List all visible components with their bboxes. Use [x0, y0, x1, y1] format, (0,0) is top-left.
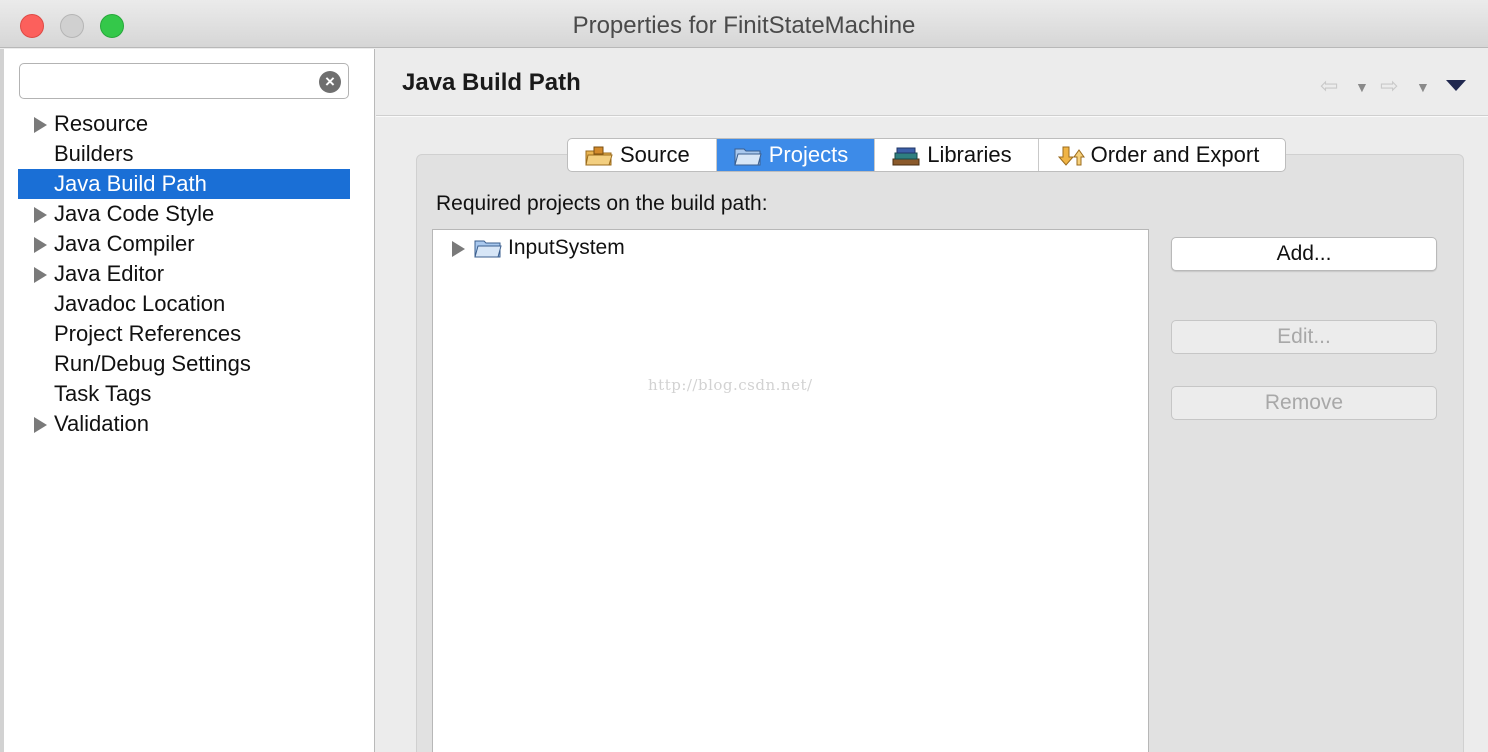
page-title: Java Build Path: [402, 69, 581, 96]
sidebar-item-label: Task Tags: [54, 381, 152, 406]
project-folder-icon: [474, 240, 502, 258]
expand-arrow-icon[interactable]: [34, 237, 47, 253]
sidebar-item-java-editor[interactable]: Java Editor: [18, 259, 350, 289]
tab-label: Source: [620, 142, 690, 167]
required-projects-label: Required projects on the build path:: [436, 192, 768, 215]
tab-order-and-export[interactable]: Order and Export: [1039, 139, 1286, 171]
tab-label: Order and Export: [1090, 142, 1260, 167]
tab-libraries[interactable]: Libraries: [875, 139, 1039, 171]
tab-label: Libraries: [927, 142, 1012, 167]
filter-field[interactable]: ×: [19, 63, 349, 99]
order-export-icon: [1057, 146, 1085, 166]
back-dropdown-icon[interactable]: ▼: [1355, 79, 1369, 95]
sidebar-item-label: Project References: [54, 321, 242, 346]
sidebar-item-label: Java Code Style: [54, 201, 215, 226]
sidebar-item-label: Run/Debug Settings: [54, 351, 251, 376]
sidebar-item-resource[interactable]: Resource: [18, 109, 350, 139]
sidebar-item-label: Builders: [54, 141, 134, 166]
list-item[interactable]: InputSystem: [433, 234, 1148, 262]
sidebar-item-java-build-path[interactable]: Java Build Path: [18, 169, 350, 199]
tab-bar: Source Projects Libraries Order and Expo…: [567, 138, 1287, 172]
source-folder-icon: [585, 146, 613, 166]
sidebar-item-label: Validation: [54, 411, 149, 436]
filter-input[interactable]: [28, 68, 318, 94]
tab-source[interactable]: Source: [568, 139, 717, 171]
sidebar-item-java-code-style[interactable]: Java Code Style: [18, 199, 350, 229]
property-page-tree: Resource Builders Java Build Path Java C…: [18, 109, 350, 439]
sidebar-item-java-compiler[interactable]: Java Compiler: [18, 229, 350, 259]
expand-arrow-icon[interactable]: [452, 241, 465, 257]
sidebar-item-label: Resource: [54, 111, 149, 136]
sidebar-item-javadoc-location[interactable]: Javadoc Location: [18, 289, 350, 319]
sidebar-item-run-debug-settings[interactable]: Run/Debug Settings: [18, 349, 350, 379]
sidebar-item-task-tags[interactable]: Task Tags: [18, 379, 350, 409]
watermark-text: http://blog.csdn.net/: [648, 376, 813, 394]
view-menu-icon[interactable]: [1446, 80, 1466, 91]
properties-sidebar: × Resource Builders Java Build Path Java…: [0, 49, 375, 752]
forward-arrow-icon[interactable]: ⇨: [1380, 73, 1398, 99]
projects-folder-icon: [734, 148, 762, 166]
forward-dropdown-icon[interactable]: ▼: [1416, 79, 1430, 95]
remove-button[interactable]: Remove: [1171, 386, 1437, 420]
expand-arrow-icon[interactable]: [34, 117, 47, 133]
sidebar-item-label: Java Compiler: [54, 231, 195, 256]
add-button[interactable]: Add...: [1171, 237, 1437, 271]
sidebar-item-label: Java Editor: [54, 261, 165, 286]
sidebar-item-builders[interactable]: Builders: [18, 139, 350, 169]
back-arrow-icon[interactable]: ⇦: [1320, 73, 1338, 99]
sidebar-item-project-references[interactable]: Project References: [18, 319, 350, 349]
tab-projects[interactable]: Projects: [716, 139, 876, 171]
project-name: InputSystem: [508, 236, 625, 259]
sidebar-item-label: Javadoc Location: [54, 291, 226, 316]
expand-arrow-icon[interactable]: [34, 267, 47, 283]
title-bar: Properties for FinitStateMachine: [0, 0, 1488, 48]
property-page: Java Build Path ⇦ ▼ ⇨ ▼ Source Projects: [376, 49, 1488, 752]
expand-arrow-icon[interactable]: [34, 207, 47, 223]
sidebar-item-validation[interactable]: Validation: [18, 409, 350, 439]
tab-label: Projects: [768, 142, 849, 167]
expand-arrow-icon[interactable]: [34, 417, 47, 433]
required-projects-list[interactable]: InputSystem: [432, 229, 1149, 752]
header-divider: [376, 115, 1488, 117]
libraries-icon: [892, 147, 920, 166]
edit-button[interactable]: Edit...: [1171, 320, 1437, 354]
window-title: Properties for FinitStateMachine: [572, 12, 916, 39]
sidebar-item-label: Java Build Path: [54, 171, 207, 196]
clear-filter-icon[interactable]: ×: [319, 71, 341, 93]
